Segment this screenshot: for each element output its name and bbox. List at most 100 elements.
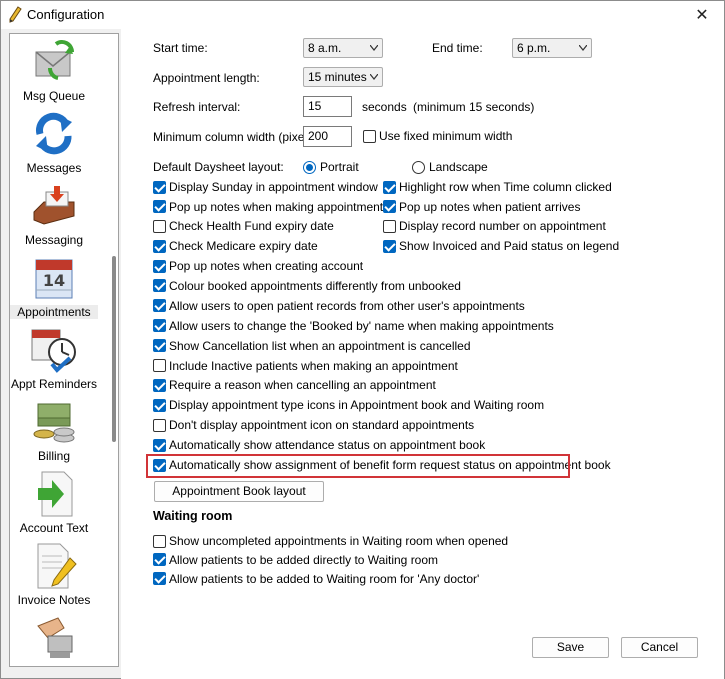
category-sidebar[interactable]: Msg Queue Messages Messaging 14 Appointm… — [9, 33, 119, 667]
close-icon: ✕ — [695, 7, 709, 24]
appointment-book-layout-button[interactable]: Appointment Book layout — [154, 481, 324, 502]
allow-patients-to-be-added-to-waiting-room-for-a-checkbox[interactable]: Allow patients to be added to Waiting ro… — [153, 571, 479, 587]
minimum-column-width-input[interactable]: 200 — [303, 126, 352, 147]
appointment-length-select[interactable]: 15 minutes — [303, 67, 383, 87]
minimum-column-width-label: Minimum column width (pixels): — [153, 130, 321, 144]
end-time-select[interactable]: 6 p.m. — [512, 38, 592, 58]
refresh-interval-input[interactable]: 15 — [303, 96, 352, 117]
checkbox-box[interactable] — [383, 219, 396, 233]
landscape-radio[interactable]: Landscape — [412, 159, 488, 175]
automatically-show-attendance-status-on-appointm-checkbox[interactable]: Automatically show attendance status on … — [153, 437, 485, 453]
checkbox-box[interactable] — [153, 418, 166, 432]
allow-users-to-change-the-booked-by-name-when-ma-checkbox[interactable]: Allow users to change the 'Booked by' na… — [153, 318, 554, 334]
chevron-down-icon — [370, 45, 378, 51]
cancel-button[interactable]: Cancel — [621, 637, 698, 658]
checkbox-box[interactable] — [153, 180, 166, 194]
show-uncompleted-appointments-in-waiting-room-wh-checkbox[interactable]: Show uncompleted appointments in Waiting… — [153, 533, 508, 549]
pop-up-notes-when-creating-account-checkbox[interactable]: Pop up notes when creating account — [153, 258, 363, 274]
checkbox-label: Colour booked appointments differently f… — [169, 278, 461, 293]
display-appointment-type-icons-in-appointment-bo-checkbox[interactable]: Display appointment type icons in Appoin… — [153, 397, 544, 413]
sidebar-item-label: Messaging — [24, 233, 84, 247]
sidebar-item-messaging[interactable]: Messaging — [10, 180, 112, 252]
display-sunday-in-appointment-window-checkbox[interactable]: Display Sunday in appointment window — [153, 179, 378, 195]
sidebar-item-messages[interactable]: Messages — [10, 108, 112, 180]
checkbox-label: Automatically show attendance status on … — [169, 438, 486, 453]
checkbox-label: Highlight row when Time column clicked — [399, 180, 612, 194]
checkbox-box[interactable] — [153, 572, 166, 586]
checkbox-box[interactable] — [153, 398, 166, 412]
checkbox-box[interactable] — [153, 299, 166, 313]
checkbox-box[interactable] — [383, 239, 396, 253]
sidebar-item-appointments[interactable]: 14 Appointments — [10, 252, 112, 324]
pop-up-notes-when-patient-arrives-checkbox[interactable]: Pop up notes when patient arrives — [383, 199, 580, 215]
checkbox-box[interactable] — [153, 200, 166, 214]
window-title: Configuration — [27, 7, 105, 22]
refresh-interval-label: Refresh interval: — [153, 100, 241, 114]
highlight-row-when-time-column-clicked-checkbox[interactable]: Highlight row when Time column clicked — [383, 179, 612, 195]
checkbox-label: Pop up notes when creating account — [169, 259, 364, 273]
checkbox-box[interactable] — [153, 239, 166, 253]
save-button[interactable]: Save — [532, 637, 609, 658]
checkbox-box[interactable] — [383, 180, 396, 194]
checkbox-box[interactable] — [153, 259, 166, 273]
chevron-down-icon — [370, 74, 378, 80]
sidebar-item-label: Appointments — [10, 305, 98, 319]
checkbox-box[interactable] — [363, 129, 376, 143]
checkbox-label: Don't display appointment icon on standa… — [169, 418, 475, 433]
checkbox-box[interactable] — [153, 378, 166, 392]
hand-card-icon — [37, 617, 73, 658]
radio-label: Landscape — [429, 160, 488, 174]
colour-booked-appointments-differently-from-unbo-checkbox[interactable]: Colour booked appointments differently f… — [153, 278, 461, 294]
show-invoiced-and-paid-status-on-legend-checkbox[interactable]: Show Invoiced and Paid status on legend — [383, 238, 619, 254]
pop-up-notes-when-making-appointment-checkbox[interactable]: Pop up notes when making appointment — [153, 199, 383, 215]
sidebar-item-billing[interactable]: Billing — [10, 396, 112, 468]
radio-button[interactable] — [303, 160, 316, 174]
check-medicare-expiry-date-checkbox[interactable]: Check Medicare expiry date — [153, 238, 318, 254]
calendar-clock-icon — [31, 329, 76, 373]
highlight-annotation-box — [146, 454, 570, 478]
checkbox-label: Allow patients to be added directly to W… — [169, 552, 439, 567]
include-inactive-patients-when-making-an-appoint-checkbox[interactable]: Include Inactive patients when making an… — [153, 358, 458, 374]
allow-patients-to-be-added-directly-to-waiting-r-checkbox[interactable]: Allow patients to be added directly to W… — [153, 552, 438, 568]
use-fixed-minimum-width-checkbox[interactable]: Use fixed minimum width — [363, 128, 512, 144]
checkbox-box[interactable] — [153, 534, 166, 548]
checkbox-label: Show uncompleted appointments in Waiting… — [169, 534, 509, 548]
checkbox-box[interactable] — [153, 438, 166, 452]
money-stack-icon — [33, 403, 75, 443]
sidebar-scrollbar-thumb[interactable] — [112, 256, 116, 442]
display-record-number-on-appointment-checkbox[interactable]: Display record number on appointment — [383, 218, 606, 234]
checkbox-label: Allow patients to be added to Waiting ro… — [169, 571, 480, 586]
sidebar-item-invoice-notes[interactable]: Invoice Notes — [10, 540, 112, 612]
portrait-radio[interactable]: Portrait — [303, 159, 359, 175]
sidebar-item-account-text[interactable]: Account Text — [10, 468, 112, 540]
don-t-display-appointment-icon-on-standard-appoi-checkbox[interactable]: Don't display appointment icon on standa… — [153, 417, 474, 433]
checkbox-box[interactable] — [153, 339, 166, 353]
sidebar-item-label: Messages — [26, 161, 82, 175]
checkbox-box[interactable] — [153, 319, 166, 333]
sidebar-item-more[interactable] — [10, 612, 112, 666]
checkbox-label: Show Invoiced and Paid status on legend — [399, 239, 620, 254]
check-health-fund-expiry-date-checkbox[interactable]: Check Health Fund expiry date — [153, 218, 334, 234]
waiting-room-heading: Waiting room — [153, 509, 233, 523]
checkbox-box[interactable] — [153, 553, 166, 567]
checkbox-label: Pop up notes when patient arrives — [399, 199, 581, 214]
require-a-reason-when-cancelling-an-appointment-checkbox[interactable]: Require a reason when cancelling an appo… — [153, 377, 436, 393]
start-time-select[interactable]: 8 a.m. — [303, 38, 383, 58]
allow-users-to-open-patient-records-from-other-u-checkbox[interactable]: Allow users to open patient records from… — [153, 298, 525, 314]
sidebar-item-label: Msg Queue — [22, 89, 86, 103]
checkbox-box[interactable] — [153, 359, 166, 372]
sidebar-item-appt-reminders[interactable]: Appt Reminders — [10, 324, 112, 396]
show-cancellation-list-when-an-appointment-is-ca-checkbox[interactable]: Show Cancellation list when an appointme… — [153, 338, 471, 354]
checkbox-box[interactable] — [153, 279, 166, 293]
pen-icon — [9, 6, 22, 23]
checkbox-box[interactable] — [383, 200, 396, 214]
checkbox-label: Display record number on appointment — [399, 219, 606, 234]
appointments-settings-panel: Start time: 8 a.m. End time: 6 p.m. Appo… — [121, 29, 724, 679]
checkbox-label: Pop up notes when making appointment — [169, 199, 384, 214]
checkbox-label: Check Health Fund expiry date — [169, 219, 334, 234]
checkbox-box[interactable] — [153, 219, 166, 233]
radio-button[interactable] — [412, 160, 425, 174]
close-button[interactable]: ✕ — [680, 1, 724, 29]
configuration-window: Configuration ✕ Msg Queue Messages Messa… — [0, 0, 725, 679]
sidebar-item-msg-queue[interactable]: Msg Queue — [10, 36, 112, 108]
